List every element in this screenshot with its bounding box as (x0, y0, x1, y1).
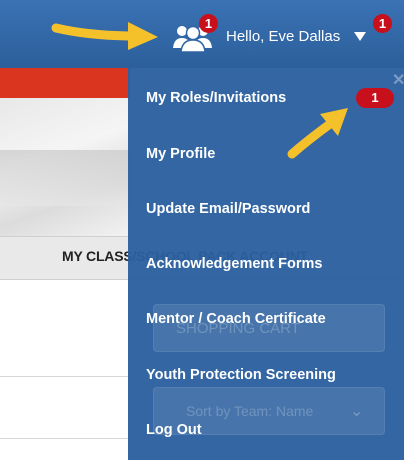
notification-badge: 1 (199, 14, 218, 33)
menu-item-update-email-password[interactable]: Update Email/Password (146, 201, 310, 217)
chevron-down-icon: ⌄ (350, 403, 364, 420)
arrow-icon (51, 22, 158, 50)
user-notification-badge: 1 (373, 14, 392, 33)
menu-item-log-out[interactable]: Log Out (146, 422, 202, 438)
menu-item-acknowledgement-forms[interactable]: Acknowledgement Forms (146, 256, 322, 272)
menu-item-roles-invitations[interactable]: My Roles/Invitations (146, 90, 286, 106)
hero-image-detail (0, 150, 130, 206)
close-icon[interactable]: ✕ (392, 70, 404, 90)
menu-item-my-profile[interactable]: My Profile (146, 146, 215, 162)
accent-stripe (0, 68, 130, 98)
caret-down-icon[interactable] (354, 32, 366, 41)
divider (0, 438, 130, 439)
menu-item-mentor-coach-certificate[interactable]: Mentor / Coach Certificate (146, 311, 326, 327)
user-greeting[interactable]: Hello, Eve Dallas (226, 28, 340, 45)
menu-item-youth-protection-screening[interactable]: Youth Protection Screening (146, 367, 336, 383)
arrow-icon (287, 108, 348, 159)
sort-select-label: Sort by Team: Name (186, 403, 314, 419)
divider (0, 376, 130, 377)
roles-badge: 1 (356, 88, 394, 108)
user-dropdown-menu: SHOPPING CART Sort by Team: Name ⌄ My Ro… (128, 68, 404, 460)
